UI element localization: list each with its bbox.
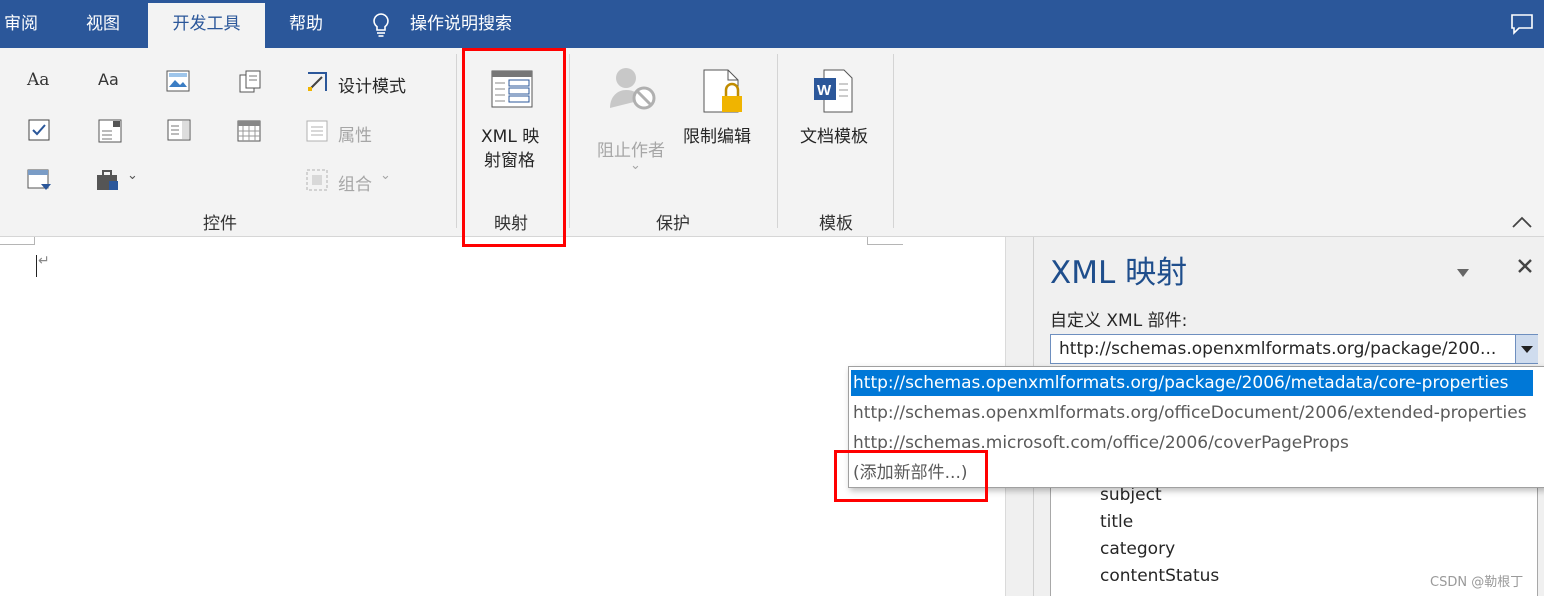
text-cursor xyxy=(36,255,37,277)
list-item[interactable]: http://schemas.openxmlformats.org/packag… xyxy=(851,370,1533,396)
ribbon-tab-bar: 审阅 视图 开发工具 帮助 操作说明搜索 xyxy=(0,0,1544,48)
watermark: CSDN @勒根丁 xyxy=(1430,575,1524,590)
properties-button: 属性 xyxy=(338,126,372,146)
svg-text:W: W xyxy=(817,82,832,99)
tab-review[interactable]: 审阅 xyxy=(4,0,38,48)
pane-title: XML 映射 xyxy=(1050,255,1188,291)
repeating-section-control-icon[interactable] xyxy=(27,168,53,198)
tab-help[interactable]: 帮助 xyxy=(289,0,323,48)
margin-marker xyxy=(0,244,34,245)
design-mode-icon[interactable] xyxy=(305,70,329,98)
tree-node-content-status[interactable]: contentStatus xyxy=(1100,566,1219,586)
margin-marker xyxy=(867,244,903,245)
highlight-box xyxy=(834,450,988,502)
drop-down-list-control-icon[interactable] xyxy=(167,119,191,147)
controls-group-label: 控件 xyxy=(203,214,237,234)
building-block-control-icon[interactable] xyxy=(238,70,262,98)
group-button: 组合 xyxy=(338,175,372,195)
combo-box-control-icon[interactable] xyxy=(98,119,122,147)
tab-view[interactable]: 视图 xyxy=(86,0,120,48)
chevron-down-icon: ⌄ xyxy=(380,168,391,183)
tree-node-title[interactable]: title xyxy=(1100,512,1133,532)
rich-text-control-icon[interactable]: Aa xyxy=(27,70,49,90)
restrict-editing-icon[interactable] xyxy=(702,68,746,120)
close-icon[interactable] xyxy=(1516,257,1534,279)
margin-marker xyxy=(867,237,868,245)
select-value: http://schemas.openxmlformats.org/packag… xyxy=(1059,339,1497,359)
properties-icon xyxy=(305,119,329,147)
tell-me-search[interactable]: 操作说明搜索 xyxy=(410,0,512,48)
chevron-down-icon[interactable]: ⌄ xyxy=(127,168,138,183)
ribbon: Aa Aa 设计模式 属性 ⌄ 组合 ⌄ 控件 XML 映 射窗格 映射 阻止作… xyxy=(0,48,1544,237)
tab-developer[interactable]: 开发工具 xyxy=(148,3,265,48)
group-icon xyxy=(305,168,329,196)
tree-node-category[interactable]: category xyxy=(1100,539,1175,559)
design-mode-button[interactable]: 设计模式 xyxy=(338,72,406,97)
templates-group-label: 模板 xyxy=(819,214,853,234)
restrict-editing-button[interactable]: 限制编辑 xyxy=(683,122,751,147)
list-item[interactable]: http://schemas.openxmlformats.org/office… xyxy=(851,400,1527,426)
tree-node-subject[interactable]: subject xyxy=(1100,485,1162,505)
custom-xml-part-select[interactable]: http://schemas.openxmlformats.org/packag… xyxy=(1050,334,1538,364)
group-separator xyxy=(456,54,457,228)
legacy-tools-icon[interactable] xyxy=(96,168,122,198)
paragraph-mark-icon: ↵ xyxy=(38,253,50,269)
protect-group-label: 保护 xyxy=(656,214,690,234)
block-authors-icon xyxy=(608,66,658,118)
margin-marker xyxy=(34,237,35,245)
custom-xml-part-label: 自定义 XML 部件: xyxy=(1050,311,1188,331)
chevron-up-icon[interactable] xyxy=(1511,214,1533,233)
group-separator xyxy=(777,54,778,228)
group-separator xyxy=(893,54,894,228)
group-separator xyxy=(569,54,570,228)
plain-text-control-icon[interactable]: Aa xyxy=(98,70,119,89)
picture-control-icon[interactable] xyxy=(166,70,190,96)
checkbox-control-icon[interactable] xyxy=(28,119,50,145)
comment-icon[interactable] xyxy=(1510,13,1534,35)
word-document-template-icon[interactable]: W xyxy=(812,68,854,118)
dropdown-button[interactable] xyxy=(1515,335,1538,363)
highlight-box xyxy=(462,48,566,247)
date-picker-control-icon[interactable] xyxy=(237,119,261,147)
lightbulb-icon[interactable] xyxy=(370,12,392,38)
chevron-down-icon: ⌄ xyxy=(630,158,641,173)
pane-options-chevron-icon[interactable] xyxy=(1456,263,1470,282)
document-template-button[interactable]: 文档模板 xyxy=(800,122,868,147)
